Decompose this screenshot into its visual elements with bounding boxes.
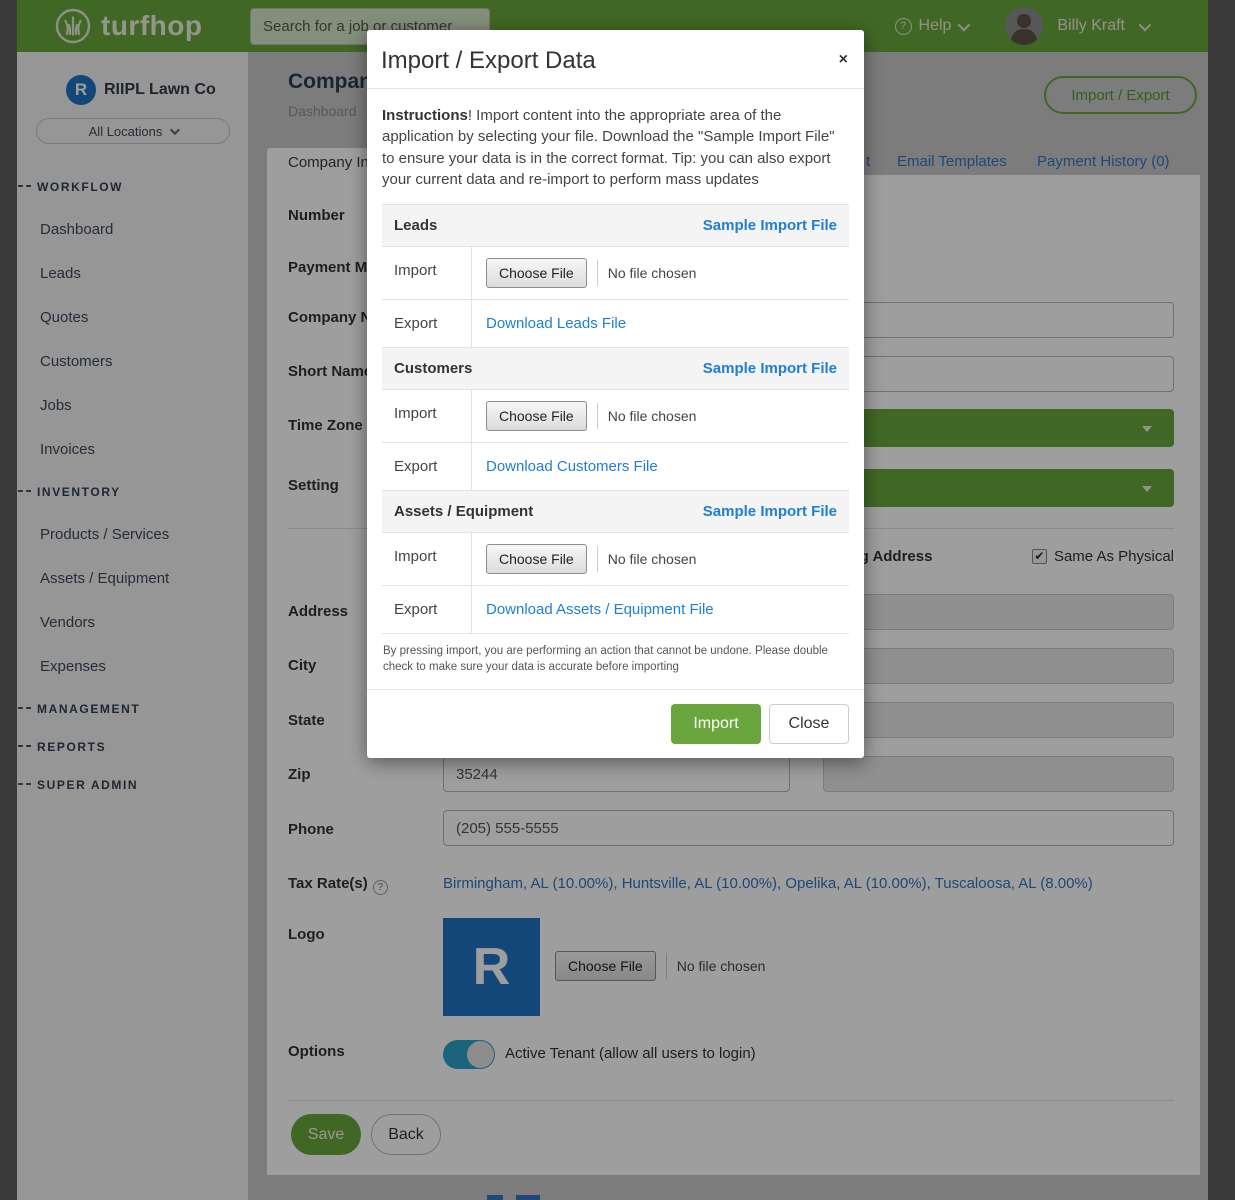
assets-import-row: Import Choose File No file chosen <box>382 533 849 586</box>
import-row-label: Import <box>382 390 472 442</box>
leads-export-row: Export Download Leads File <box>382 300 849 348</box>
assets-choose-file-button[interactable]: Choose File <box>486 544 587 574</box>
modal-title: Import / Export Data <box>381 47 596 74</box>
export-row-label: Export <box>382 443 472 490</box>
section-name: Leads <box>394 217 437 234</box>
modal-close-button[interactable]: Close <box>769 704 849 744</box>
customers-file-control: Choose File No file chosen <box>472 390 710 442</box>
leads-file-control: Choose File No file chosen <box>472 247 710 299</box>
modal-close-icon[interactable]: × <box>839 52 848 68</box>
leads-file-status: No file chosen <box>608 265 697 281</box>
modal-import-button[interactable]: Import <box>671 704 761 744</box>
customers-file-status: No file chosen <box>608 408 697 424</box>
section-name: Customers <box>394 360 472 377</box>
assets-export-row: Export Download Assets / Equipment File <box>382 586 849 634</box>
download-assets-link[interactable]: Download Assets / Equipment File <box>486 601 714 618</box>
section-header-leads: Leads Sample Import File <box>382 205 849 247</box>
app-screen: turfhop ? Help Billy Kraft R RIIPL Lawn … <box>0 0 1235 1200</box>
assets-file-control: Choose File No file chosen <box>472 533 710 585</box>
customers-import-row: Import Choose File No file chosen <box>382 390 849 443</box>
modal-warning-text: By pressing import, you are performing a… <box>383 643 848 675</box>
customers-export-row: Export Download Customers File <box>382 443 849 491</box>
instructions-bold: Instructions <box>382 107 468 124</box>
download-leads-link[interactable]: Download Leads File <box>486 315 626 332</box>
assets-sample-import-link[interactable]: Sample Import File <box>703 503 837 520</box>
section-header-assets-equipment: Assets / Equipment Sample Import File <box>382 491 849 533</box>
section-header-customers: Customers Sample Import File <box>382 348 849 390</box>
file-separator <box>597 546 598 572</box>
assets-file-status: No file chosen <box>608 551 697 567</box>
import-export-table: Leads Sample Import File Import Choose F… <box>382 204 849 634</box>
customers-choose-file-button[interactable]: Choose File <box>486 401 587 431</box>
import-row-label: Import <box>382 533 472 585</box>
export-row-label: Export <box>382 586 472 633</box>
modal-instructions: Instructions! Import content into the ap… <box>382 105 849 190</box>
modal-header: Import / Export Data × <box>367 30 864 89</box>
leads-choose-file-button[interactable]: Choose File <box>486 258 587 288</box>
customers-sample-import-link[interactable]: Sample Import File <box>703 360 837 377</box>
download-customers-link[interactable]: Download Customers File <box>486 458 658 475</box>
section-name: Assets / Equipment <box>394 503 533 520</box>
export-row-label: Export <box>382 300 472 347</box>
leads-import-row: Import Choose File No file chosen <box>382 247 849 300</box>
leads-sample-import-link[interactable]: Sample Import File <box>703 217 837 234</box>
modal-body: Instructions! Import content into the ap… <box>367 89 864 689</box>
file-separator <box>597 260 598 286</box>
import-export-modal: Import / Export Data × Instructions! Imp… <box>367 30 864 758</box>
import-row-label: Import <box>382 247 472 299</box>
file-separator <box>597 403 598 429</box>
modal-footer: Import Close <box>367 689 864 758</box>
